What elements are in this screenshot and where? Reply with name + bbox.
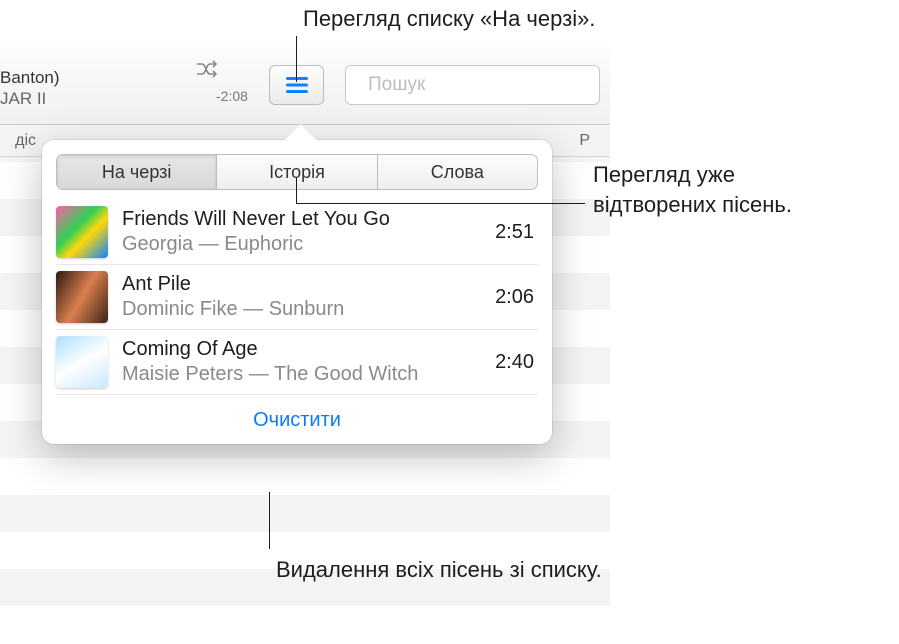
search-field-container[interactable] — [345, 65, 600, 105]
queue-song-list: Friends Will Never Let You Go Georgia — … — [42, 200, 552, 395]
song-title: Friends Will Never Let You Go — [122, 207, 481, 232]
song-artist: Dominic Fike — Sunburn — [122, 297, 481, 322]
queue-item[interactable]: Coming Of Age Maisie Peters — The Good W… — [56, 330, 538, 395]
song-duration: 2:40 — [495, 351, 538, 374]
song-title: Ant Pile — [122, 272, 481, 297]
song-artist: Maisie Peters — The Good Witch — [122, 362, 481, 387]
now-playing-info: Banton) JAR II — [0, 60, 60, 109]
callout-leader-line — [296, 177, 297, 203]
queue-item[interactable]: Ant Pile Dominic Fike — Sunburn 2:06 — [56, 265, 538, 330]
callout-line: відтворених пісень. — [593, 190, 792, 220]
tab-lyrics[interactable]: Слова — [378, 155, 537, 189]
callout-leader-line — [296, 203, 585, 204]
album-art — [56, 271, 108, 323]
song-duration: 2:06 — [495, 286, 538, 309]
shuffle-icon[interactable] — [195, 58, 221, 85]
segmented-control: На черзі Історія Слова — [56, 154, 538, 190]
now-playing-track: Banton) — [0, 68, 60, 88]
queue-item[interactable]: Friends Will Never Let You Go Georgia — … — [56, 200, 538, 265]
song-meta: Friends Will Never Let You Go Georgia — … — [122, 207, 481, 257]
song-meta: Ant Pile Dominic Fike — Sunburn — [122, 272, 481, 322]
song-artist: Georgia — Euphoric — [122, 232, 481, 257]
tab-up-next[interactable]: На черзі — [57, 155, 217, 189]
callout-line: Перегляд уже — [593, 160, 792, 190]
song-duration: 2:51 — [495, 221, 538, 244]
tab-history[interactable]: Історія — [217, 155, 377, 189]
clear-queue-link[interactable]: Очистити — [42, 409, 552, 432]
callout-view-history: Перегляд уже відтворених пісень. — [593, 160, 792, 219]
column-header-right: Р — [579, 132, 590, 150]
album-art — [56, 336, 108, 388]
song-meta: Coming Of Age Maisie Peters — The Good W… — [122, 337, 481, 387]
now-playing-album: JAR II — [0, 89, 60, 109]
song-title: Coming Of Age — [122, 337, 481, 362]
up-next-popover: На черзі Історія Слова Friends Will Neve… — [42, 140, 552, 444]
callout-clear-all: Видалення всіх пісень зі списку. — [276, 555, 602, 585]
time-remaining-label: -2:08 — [216, 88, 248, 104]
callout-leader-line — [296, 36, 297, 82]
callout-view-queue: Перегляд списку «На черзі». — [303, 4, 595, 34]
callout-leader-line — [269, 492, 270, 549]
search-input[interactable] — [368, 74, 613, 96]
album-art — [56, 206, 108, 258]
